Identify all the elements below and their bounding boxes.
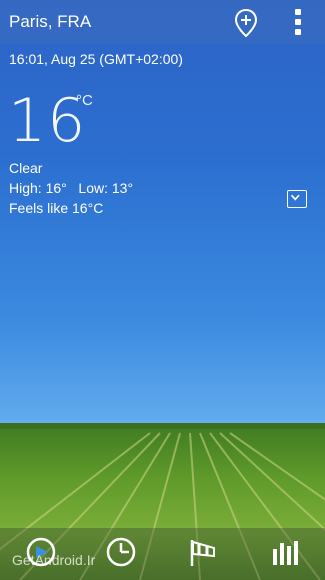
feels-like-text: Feels like 16°C [9,200,104,216]
date-time: 16:01, Aug 25 (GMT+02:00) [9,51,183,67]
expand-details-button[interactable] [287,190,307,208]
conditions-block: Clear High: 16° Low: 13° Feels like 16°C [9,158,133,218]
high-low-text: High: 16° Low: 13° [9,180,134,196]
temperature-value: 16 [8,86,87,156]
city-name[interactable]: Paris, FRA [9,12,91,32]
chevron-down-icon [290,194,300,201]
clock-icon[interactable] [104,535,138,569]
temperature-unit: °C [76,92,93,109]
windsock-icon[interactable] [186,535,220,569]
add-location-pin-icon[interactable] [234,8,258,38]
bar-chart-icon[interactable] [268,535,302,569]
watermark-text: GetAndroid.Ir [12,552,96,568]
overflow-menu-icon[interactable] [292,9,304,37]
condition-text: Clear [9,160,43,176]
